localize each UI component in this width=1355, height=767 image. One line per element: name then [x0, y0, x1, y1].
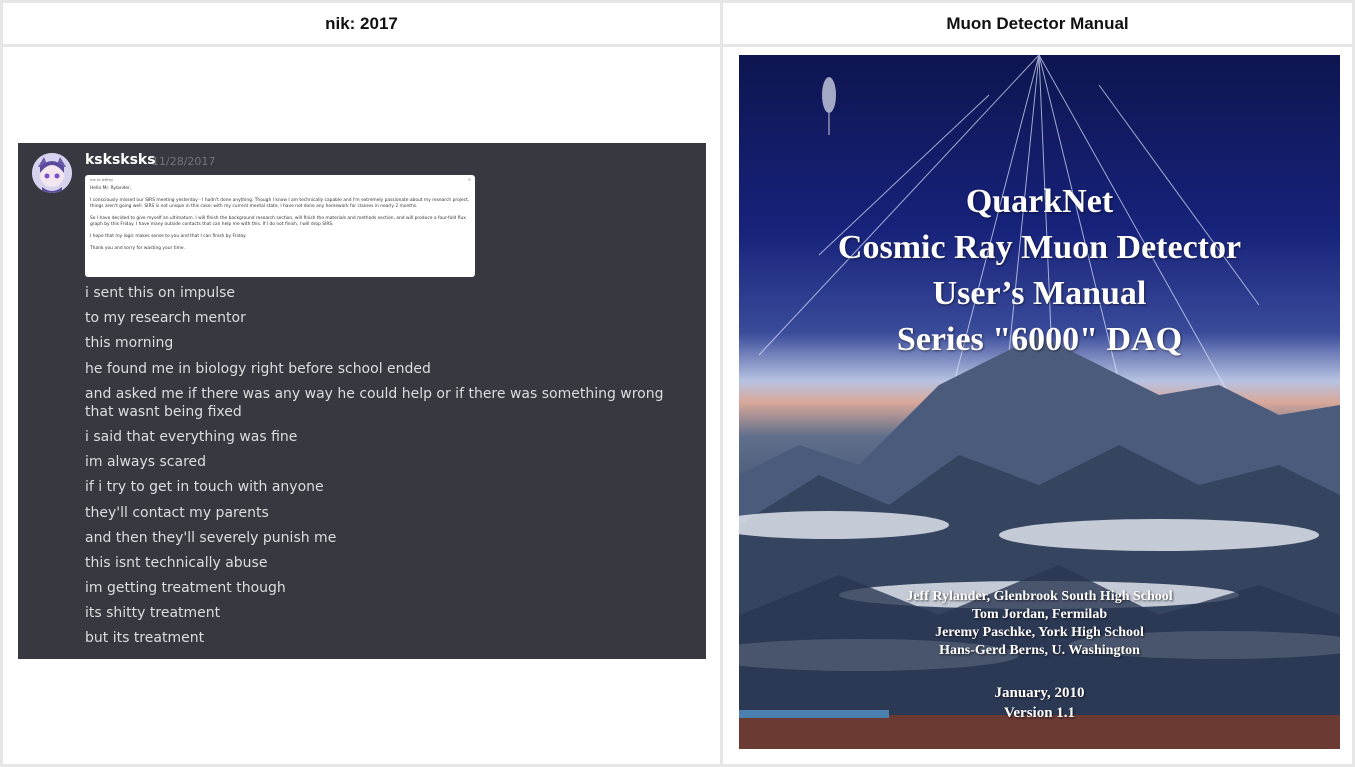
- manual-cover-image: QuarkNet Cosmic Ray Muon Detector User’s…: [739, 55, 1340, 749]
- chat-message: im getting treatment though: [85, 580, 286, 597]
- chat-message: im always scared: [85, 454, 207, 471]
- cover-title-line: QuarkNet: [965, 183, 1114, 220]
- close-icon: ✕: [467, 177, 471, 182]
- chat-message: they'll contact my parents: [85, 504, 269, 521]
- discord-message-screenshot: ksksksks 11/28/2017 me to Jeffrey ✕ Hell…: [18, 143, 706, 659]
- chat-message: this morning: [85, 335, 174, 352]
- chat-message: if i try to get in touch with anyone: [85, 479, 324, 496]
- chat-message: this isnt technically abuse: [85, 554, 268, 571]
- chat-message: i sent this on impulse: [85, 285, 236, 301]
- column-divider: [720, 0, 723, 767]
- cover-author: Jeremy Paschke, York High School: [935, 625, 1144, 640]
- cover-date: January, 2010: [994, 685, 1085, 701]
- cover-author: Hans-Gerd Berns, U. Washington: [939, 643, 1140, 658]
- cover-author: Jeff Rylander, Glenbrook South High Scho…: [906, 589, 1173, 604]
- cover-title-line: User’s Manual: [932, 275, 1147, 312]
- email-screenshot-attachment[interactable]: me to Jeffrey ✕ Hello Mr. Rylander, I co…: [85, 175, 475, 277]
- message-list: i sent this on impulse to my research me…: [85, 284, 695, 655]
- chat-message: but its treatment: [85, 630, 205, 647]
- email-paragraph: I hope that my logic makes sense to you …: [90, 234, 247, 239]
- email-paragraph: Thank you and sorry for wasting your tim…: [90, 246, 185, 251]
- cover-title-line: Cosmic Ray Muon Detector: [837, 229, 1242, 266]
- chat-message: its shitty treatment: [85, 605, 221, 622]
- email-from-line: me to Jeffrey: [90, 178, 114, 182]
- chat-message: i said that everything was fine: [85, 428, 298, 445]
- chat-message: he found me in biology right before scho…: [85, 360, 431, 377]
- column-header-right: Muon Detector Manual: [946, 14, 1129, 33]
- email-greeting: Hello Mr. Rylander,: [90, 186, 132, 191]
- email-paragraph: I consciously missed our SIRS meeting ye…: [90, 198, 470, 209]
- chat-message: and then they'll severely punish me: [85, 529, 337, 546]
- avatar: [32, 153, 72, 193]
- column-header-left: nik: 2017: [325, 14, 398, 33]
- cover-title-line: Series "6000" DAQ: [896, 321, 1183, 358]
- email-paragraph: So I have decided to give myself an ulti…: [90, 216, 466, 227]
- cover-version: Version 1.1: [1003, 705, 1076, 721]
- header-divider: [0, 44, 1355, 47]
- username[interactable]: ksksksks: [85, 152, 156, 168]
- cover-author: Tom Jordan, Fermilab: [971, 607, 1108, 622]
- chat-message: to my research mentor: [85, 310, 246, 327]
- chat-message: and asked me if there was any way he cou…: [85, 385, 664, 420]
- message-timestamp: 11/28/2017: [152, 155, 216, 168]
